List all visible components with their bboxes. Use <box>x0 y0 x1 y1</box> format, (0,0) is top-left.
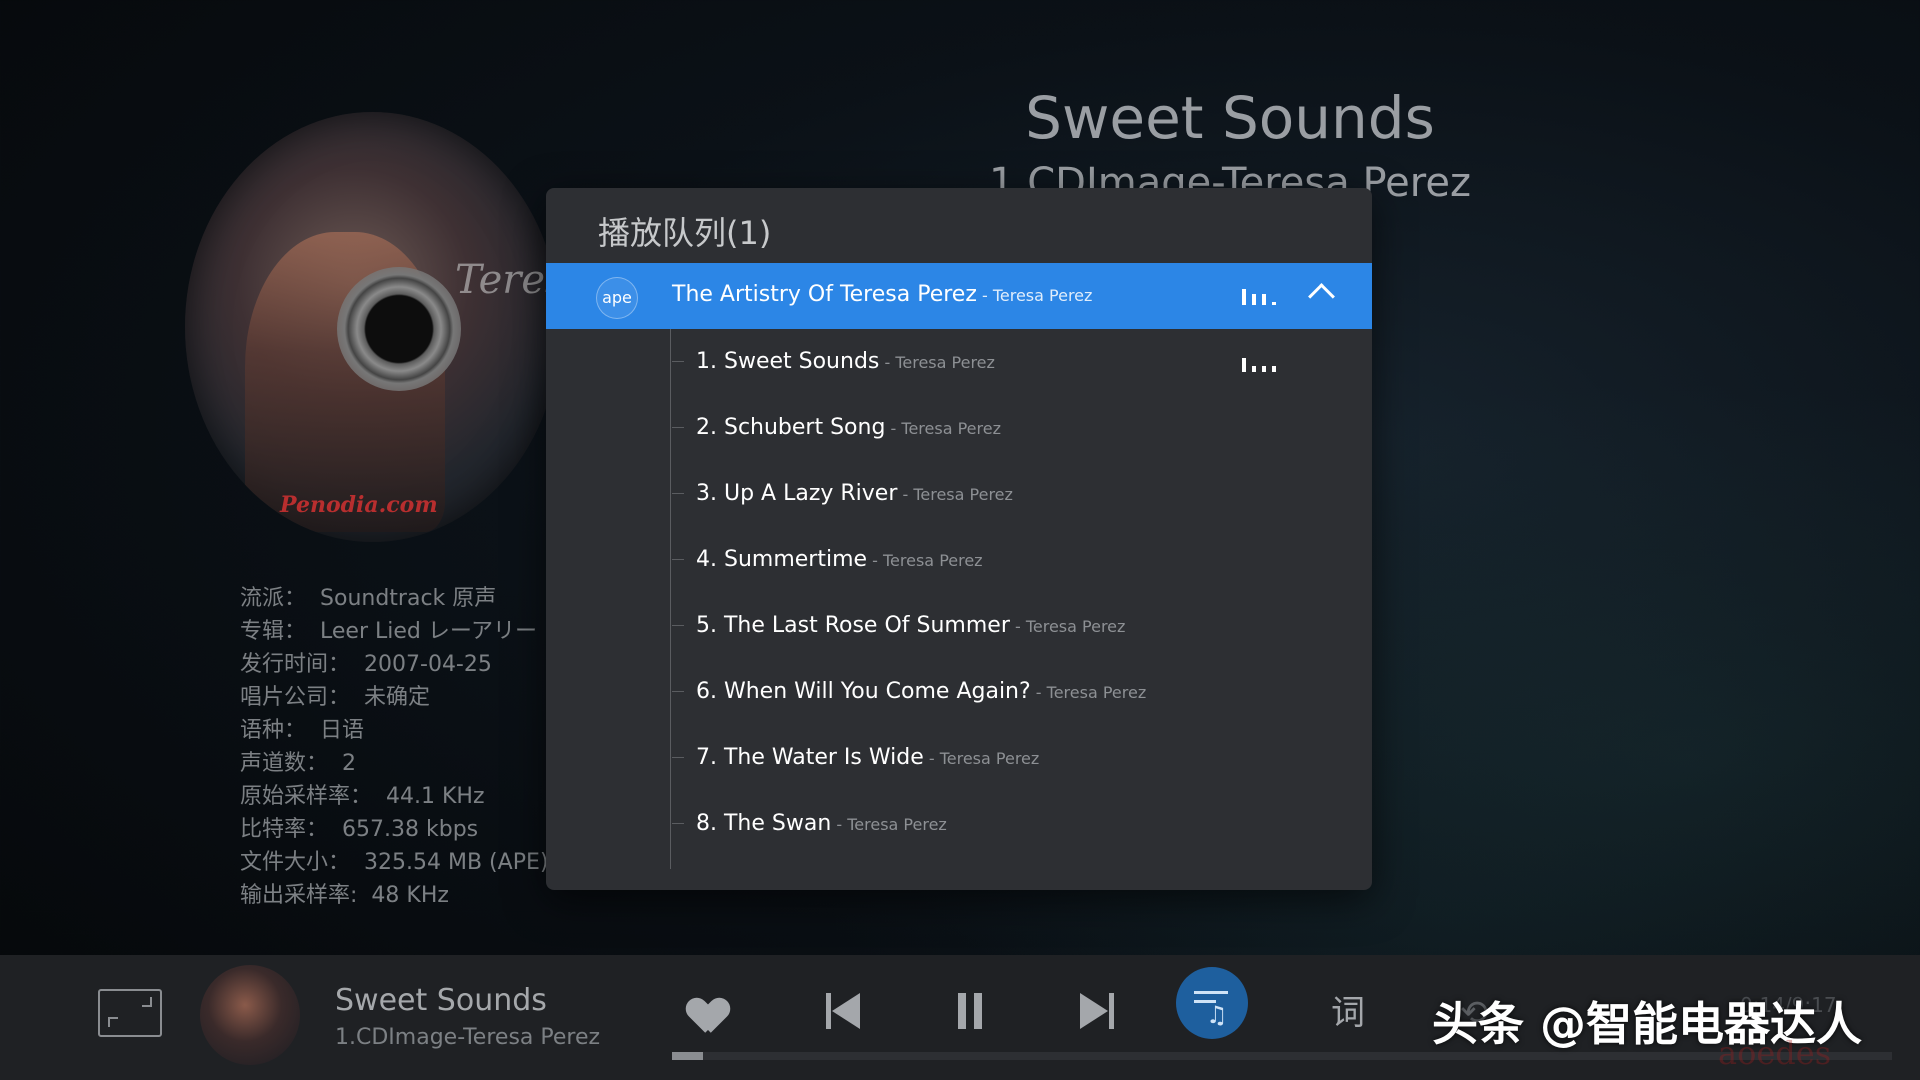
meta-row: 唱片公司： 未确定 <box>240 685 431 710</box>
pause-icon[interactable] <box>934 975 1006 1047</box>
track-artist: - Teresa Perez <box>1009 617 1126 636</box>
track-title: 1. Sweet Sounds <box>696 349 880 374</box>
now-playing-thumbnail[interactable] <box>200 965 300 1065</box>
previous-icon[interactable] <box>808 975 880 1047</box>
meta-row: 声道数： 2 <box>240 751 357 776</box>
queue-album-row[interactable]: ape The Artistry Of Teresa Perez - Teres… <box>546 263 1372 329</box>
queue-title: 播放队列(1) <box>598 214 772 252</box>
track-artist: - Teresa Perez <box>1030 683 1147 702</box>
queue-icon[interactable]: ♫ <box>1176 967 1248 1039</box>
track-title: 5. The Last Rose Of Summer <box>696 613 1010 638</box>
album-disc-art: Teresa Penodia.com <box>185 112 560 542</box>
disc-hub <box>337 267 461 391</box>
meta-row: 语种： 日语 <box>240 718 365 743</box>
heart-icon[interactable] <box>672 975 744 1047</box>
track-title: 7. The Water Is Wide <box>696 745 924 770</box>
track-item[interactable]: 8. The Swan - Teresa Perez <box>672 791 1352 857</box>
watermark-sub: aoedes <box>1718 1034 1832 1072</box>
equalizer-icon <box>1242 356 1276 372</box>
track-artist: - Teresa Perez <box>923 749 1040 768</box>
disc-script-text: Teresa <box>455 257 560 303</box>
track-item[interactable]: 6. When Will You Come Again? - Teresa Pe… <box>672 659 1352 725</box>
progress-fill <box>672 1052 703 1060</box>
track-title: 2. Schubert Song <box>696 415 886 440</box>
meta-row: 文件大小： 325.54 MB (APE) <box>240 850 549 875</box>
track-artist: - Teresa Perez <box>897 485 1013 504</box>
track-artist: - Teresa Perez <box>867 551 983 570</box>
disc-watermark: Penodia.com <box>280 492 438 518</box>
chevron-up-icon[interactable] <box>1308 283 1335 310</box>
tree-line <box>670 329 671 869</box>
meta-row: 比特率： 657.38 kbps <box>240 817 479 842</box>
album-title: The Artistry Of Teresa Perez - Teresa Pe… <box>672 282 1093 307</box>
track-artist: - Teresa Perez <box>885 419 1001 438</box>
now-playing-title: Sweet Sounds <box>335 983 547 1018</box>
meta-row: 专辑： Leer Lied レーアリー <box>240 619 537 644</box>
equalizer-icon <box>1242 289 1276 305</box>
track-item[interactable]: 7. The Water Is Wide - Teresa Perez <box>672 725 1352 791</box>
play-queue-panel: 播放队列(1) ape The Artistry Of Teresa Perez… <box>546 188 1372 890</box>
now-playing-subtitle: 1.CDImage-Teresa Perez <box>335 1025 601 1050</box>
track-item[interactable]: 2. Schubert Song - Teresa Perez <box>672 395 1352 461</box>
track-artist: - Teresa Perez <box>879 353 995 372</box>
track-title: 8. The Swan <box>696 811 832 836</box>
format-badge: ape <box>596 277 638 319</box>
track-item[interactable]: 5. The Last Rose Of Summer - Teresa Pere… <box>672 593 1352 659</box>
track-item[interactable]: 4. Summertime - Teresa Perez <box>672 527 1352 593</box>
next-icon[interactable] <box>1060 975 1132 1047</box>
track-item[interactable]: 3. Up A Lazy River - Teresa Perez <box>672 461 1352 527</box>
track-list: 1. Sweet Sounds - Teresa Perez 2. Schube… <box>546 329 1372 869</box>
track-metadata: 流派： Soundtrack 原声 专辑： Leer Lied レーアリー 发行时间… <box>240 582 548 912</box>
track-title: 3. Up A Lazy River <box>696 481 898 506</box>
track-artist: - Teresa Perez <box>831 815 947 834</box>
meta-row: 原始采样率： 44.1 KHz <box>240 784 485 809</box>
lyrics-icon[interactable]: 词 <box>1312 977 1384 1049</box>
track-title: 6. When Will You Come Again? <box>696 679 1031 704</box>
track-title: 4. Summertime <box>696 547 868 572</box>
meta-row: 流派： Soundtrack 原声 <box>240 586 497 611</box>
track-item[interactable]: 1. Sweet Sounds - Teresa Perez <box>672 329 1352 395</box>
fullscreen-icon[interactable] <box>98 989 162 1037</box>
meta-row: 输出采样率: 48 KHz <box>240 883 449 908</box>
meta-row: 发行时间： 2007-04-25 <box>240 652 492 677</box>
album-artist: - Teresa Perez <box>976 286 1093 305</box>
